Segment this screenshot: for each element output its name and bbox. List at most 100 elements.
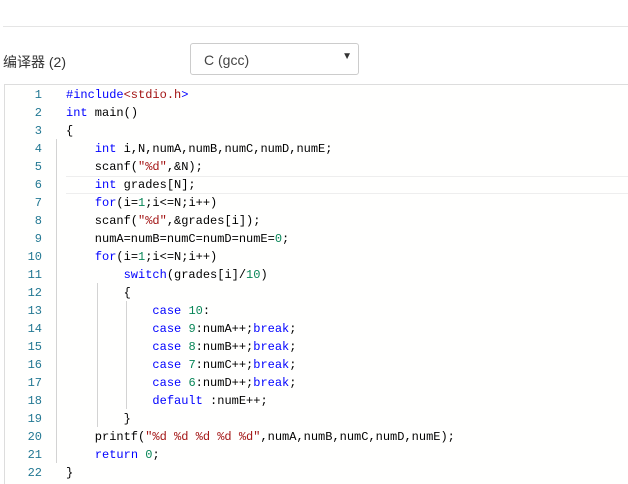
line-number: 4 bbox=[34, 142, 42, 156]
code-token: ,numA,numB,numC,numD,numE); bbox=[260, 430, 455, 444]
code-token: ; bbox=[289, 322, 297, 336]
code-token: grades[N]; bbox=[116, 178, 196, 192]
code-line[interactable]: 1 #include<stdio.h> bbox=[5, 86, 628, 104]
code-line[interactable]: 21 return 0; bbox=[5, 446, 628, 464]
code-token: printf( bbox=[66, 430, 146, 444]
code-token: (grades[i]/ bbox=[166, 268, 247, 282]
code-token: scanf( bbox=[66, 160, 139, 174]
code-token: 10 bbox=[188, 304, 203, 318]
code-token: } bbox=[66, 466, 74, 480]
code-token: ) bbox=[260, 268, 268, 282]
code-token: ; bbox=[289, 376, 297, 390]
code-token: { bbox=[66, 124, 74, 138]
line-number: 20 bbox=[27, 430, 42, 444]
code-line[interactable]: 10 for(i=1;i<=N;i++) bbox=[5, 248, 628, 266]
code-line[interactable]: 22} bbox=[5, 464, 628, 482]
code-token: i,N,numA,numB,numC,numD,numE; bbox=[116, 142, 333, 156]
code-text: { bbox=[66, 122, 73, 140]
code-text: scanf("%d",&grades[i]); bbox=[66, 212, 261, 230]
code-text: switch(grades[i]/10) bbox=[66, 266, 268, 284]
code-token: numA=numB=numC=numD=numE= bbox=[66, 232, 275, 246]
line-number: 1 bbox=[34, 88, 42, 102]
code-text: case 6:numD++;break; bbox=[66, 374, 296, 392]
code-token: : bbox=[202, 304, 211, 318]
code-token: "%d %d %d %d %d" bbox=[145, 430, 261, 444]
compiler-select[interactable]: C (gcc) ▼ bbox=[190, 43, 359, 75]
code-line[interactable]: 8 scanf("%d",&grades[i]); bbox=[5, 212, 628, 230]
line-number: 7 bbox=[34, 196, 42, 210]
code-token: default bbox=[152, 394, 203, 408]
code-line[interactable]: 5 scanf("%d",&N); bbox=[5, 158, 628, 176]
line-number: 12 bbox=[27, 286, 42, 300]
code-text: int i,N,numA,numB,numC,numD,numE; bbox=[66, 140, 333, 158]
code-text: case 7:numC++;break; bbox=[66, 356, 296, 374]
code-line[interactable]: 6 int grades[N]; bbox=[5, 176, 628, 194]
code-token: int bbox=[94, 142, 117, 156]
code-token: case bbox=[152, 358, 182, 372]
line-number: 9 bbox=[34, 232, 42, 246]
code-text: printf("%d %d %d %d %d",numA,numB,numC,n… bbox=[66, 428, 455, 446]
line-number: 11 bbox=[27, 268, 42, 282]
code-token: ;i<=N;i++) bbox=[145, 196, 218, 210]
line-number: 22 bbox=[27, 466, 42, 480]
code-line[interactable]: 17 case 6:numD++;break; bbox=[5, 374, 628, 392]
code-token: ; bbox=[289, 340, 297, 354]
code-line[interactable]: 9 numA=numB=numC=numD=numE=0; bbox=[5, 230, 628, 248]
code-token: "%d" bbox=[138, 160, 167, 174]
code-line[interactable]: 20 printf("%d %d %d %d %d",numA,numB,num… bbox=[5, 428, 628, 446]
code-text: } bbox=[66, 410, 131, 428]
line-number: 8 bbox=[34, 214, 42, 228]
code-line[interactable]: 3{ bbox=[5, 122, 628, 140]
code-line[interactable]: 15 case 8:numB++;break; bbox=[5, 338, 628, 356]
code-token: case bbox=[152, 304, 182, 318]
code-token: 8 bbox=[188, 340, 196, 354]
code-token: break bbox=[253, 376, 290, 390]
code-line[interactable]: 14 case 9:numA++;break; bbox=[5, 320, 628, 338]
code-token: :numC++; bbox=[195, 358, 254, 372]
code-token: return bbox=[94, 448, 139, 462]
code-line[interactable]: 7 for(i=1;i<=N;i++) bbox=[5, 194, 628, 212]
code-token: case bbox=[152, 376, 182, 390]
code-token: 10 bbox=[246, 268, 261, 282]
code-token: ; bbox=[289, 358, 297, 372]
code-text: case 10: bbox=[66, 302, 210, 320]
line-number: 6 bbox=[34, 178, 42, 192]
code-text: { bbox=[66, 284, 131, 302]
code-token: <stdio.h bbox=[123, 88, 182, 102]
code-text: for(i=1;i<=N;i++) bbox=[66, 194, 217, 212]
code-text: scanf("%d",&N); bbox=[66, 158, 203, 176]
code-line[interactable]: 16 case 7:numC++;break; bbox=[5, 356, 628, 374]
code-token: 7 bbox=[188, 358, 196, 372]
code-token: (i= bbox=[116, 196, 139, 210]
code-line[interactable]: 12 { bbox=[5, 284, 628, 302]
code-line[interactable]: 18 default :numE++; bbox=[5, 392, 628, 410]
compiler-label: 编译器 (2) bbox=[3, 54, 66, 70]
code-line[interactable]: 13 case 10: bbox=[5, 302, 628, 320]
line-number: 10 bbox=[27, 250, 42, 264]
line-number: 5 bbox=[34, 160, 42, 174]
code-line[interactable]: 19 } bbox=[5, 410, 628, 428]
code-text: #include<stdio.h> bbox=[66, 86, 188, 104]
code-line[interactable]: 2 int main() bbox=[5, 104, 628, 122]
dropdown-arrow-icon: ▼ bbox=[342, 51, 352, 62]
code-token: ;i<=N;i++) bbox=[145, 250, 218, 264]
code-editor[interactable]: 1 #include<stdio.h> 2 int main() 3{4 int i,N… bbox=[4, 84, 628, 484]
code-line[interactable]: 4 int i,N,numA,numB,numC,numD,numE; bbox=[5, 140, 628, 158]
code-token: 6 bbox=[188, 376, 196, 390]
code-token: for bbox=[94, 196, 117, 210]
code-token: :numA++; bbox=[195, 322, 254, 336]
code-text: int grades[N]; bbox=[66, 176, 196, 194]
line-number: 16 bbox=[27, 358, 42, 372]
code-text: int main() bbox=[66, 104, 138, 122]
code-line[interactable]: 11 switch(grades[i]/10) bbox=[5, 266, 628, 284]
code-token: :numD++; bbox=[195, 376, 254, 390]
